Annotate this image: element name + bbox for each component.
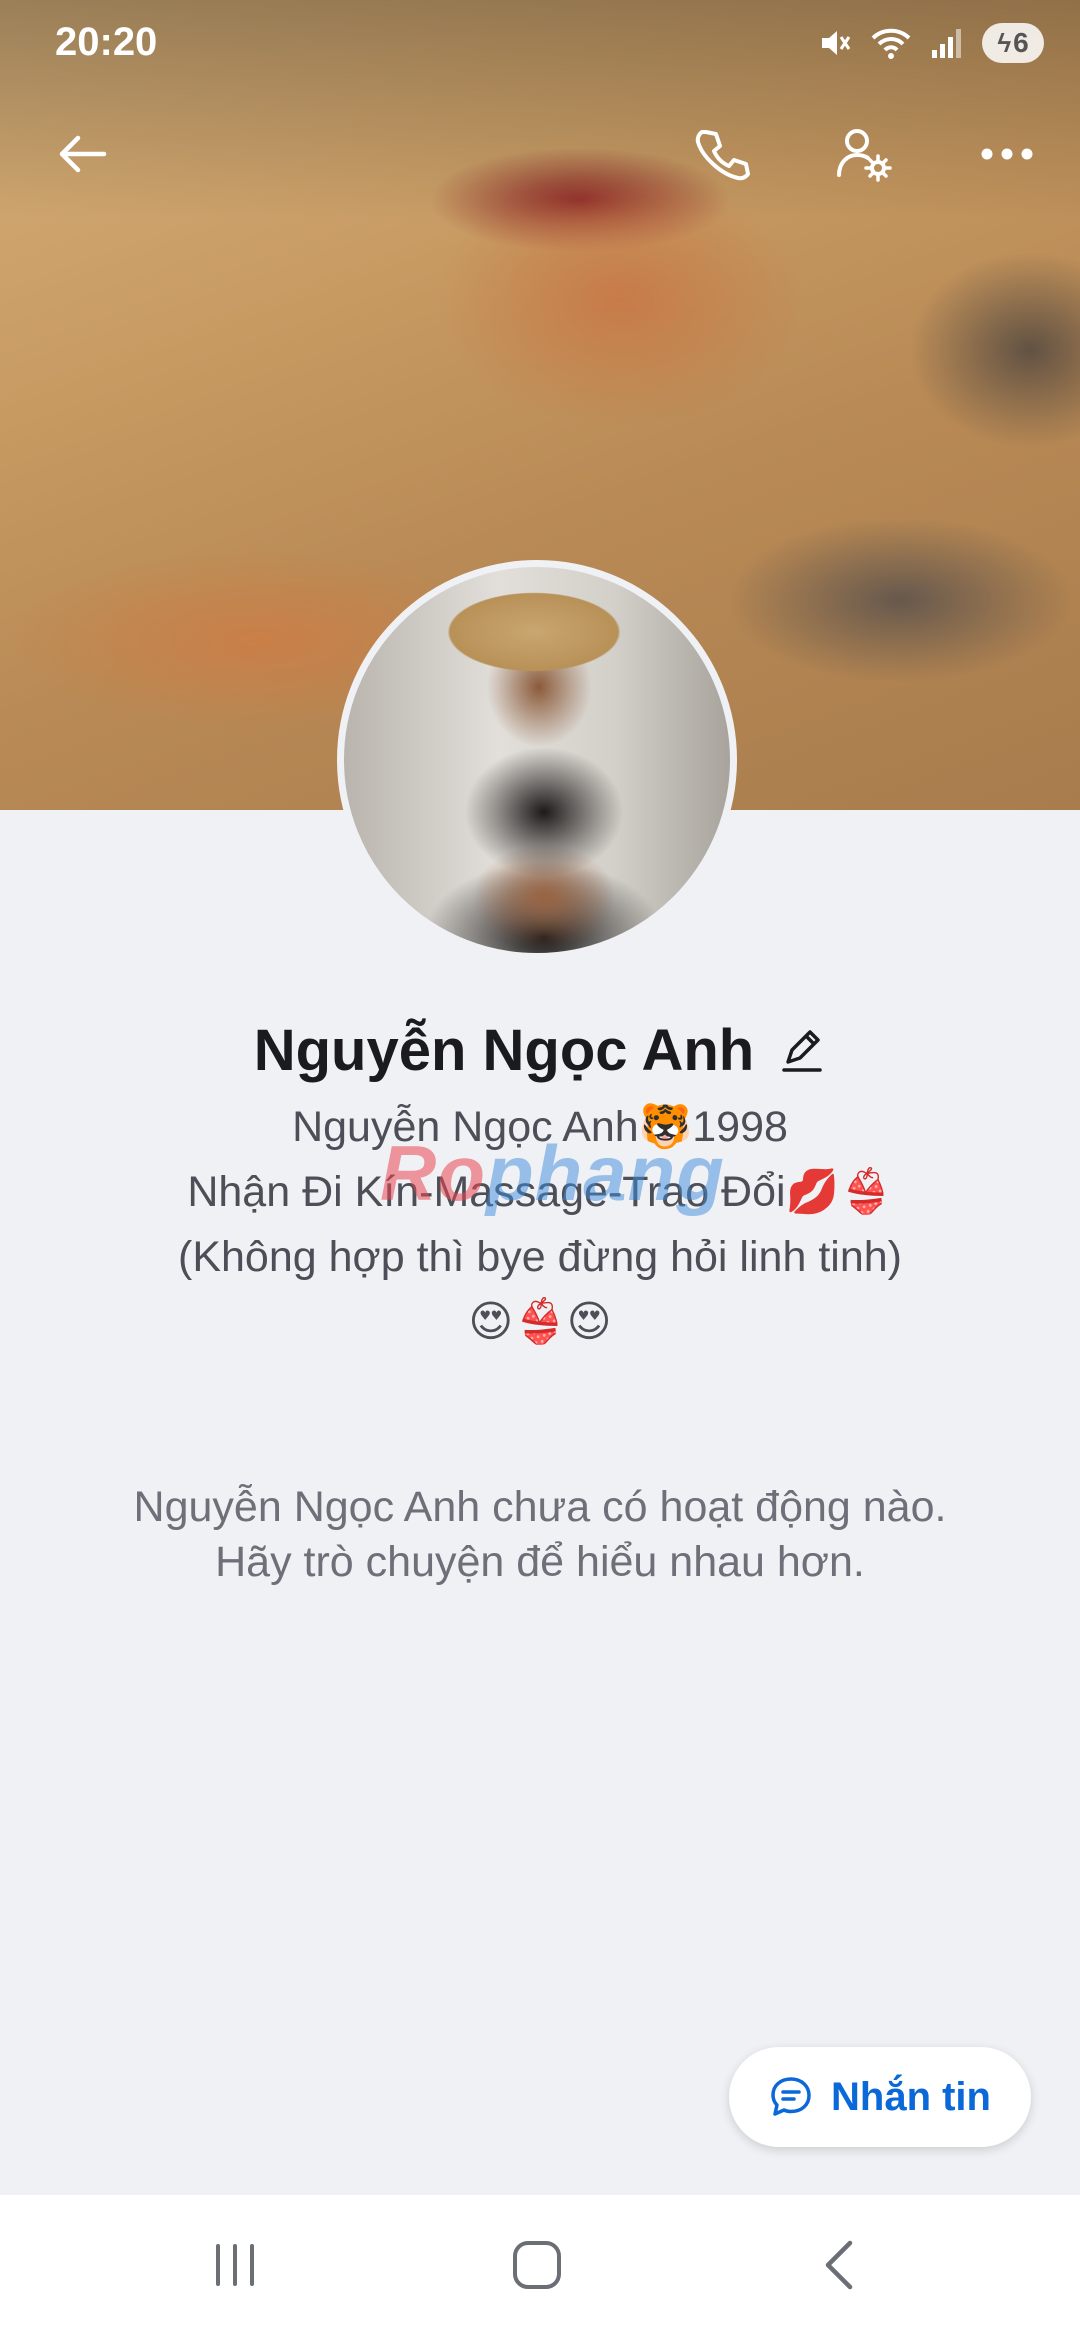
pencil-icon [782,1030,822,1072]
bio-line: 😍👙😍 [468,1298,612,1346]
home-button[interactable] [487,2225,587,2305]
back-arrow-icon [59,135,107,173]
back-button[interactable] [46,118,118,190]
profile-settings-button[interactable] [828,118,900,190]
mute-icon [822,31,851,55]
charging-icon: ϟ [997,27,1012,58]
phone-icon [695,130,750,181]
profile-name: Nguyễn Ngọc Anh [253,1017,755,1083]
home-icon [513,2241,561,2289]
back-icon [825,2240,853,2290]
system-nav-bar [0,2195,1080,2340]
call-button[interactable] [686,118,758,190]
user-settings-icon [837,129,892,182]
message-button-label: Nhắn tin [831,2074,991,2119]
chat-icon [771,2077,811,2116]
bio-line: (Không hợp thì bye đừng hỏi linh tinh) [178,1233,902,1281]
more-options-button[interactable] [971,118,1043,190]
message-button[interactable]: Nhắn tin [729,2047,1031,2147]
profile-avatar[interactable] [337,560,737,960]
watermark-part1: Ro [380,1129,486,1217]
battery-icon: ϟ 6 [982,23,1044,63]
watermark-part2: phang [485,1129,725,1217]
status-bar: 20:20 ϟ 6 [0,0,1080,90]
nav-back-button[interactable] [790,2225,890,2305]
recent-apps-button[interactable] [185,2225,285,2305]
watermark-logo: Rophang [380,1128,725,1219]
more-icon [981,148,1033,160]
recent-apps-icon [216,2244,254,2286]
status-icons: ϟ 6 [818,20,1044,66]
profile-name-row: Nguyễn Ngọc Anh [0,1010,1080,1090]
wifi-icon [871,28,911,59]
status-time: 20:20 [55,20,158,64]
battery-level: 6 [1013,27,1029,58]
empty-activity-message: Nguyễn Ngọc Anh chưa có hoạt động nào. H… [133,1483,947,1586]
top-bar [0,110,1080,190]
edit-name-button[interactable] [778,1026,826,1074]
signal-icon [932,29,961,58]
